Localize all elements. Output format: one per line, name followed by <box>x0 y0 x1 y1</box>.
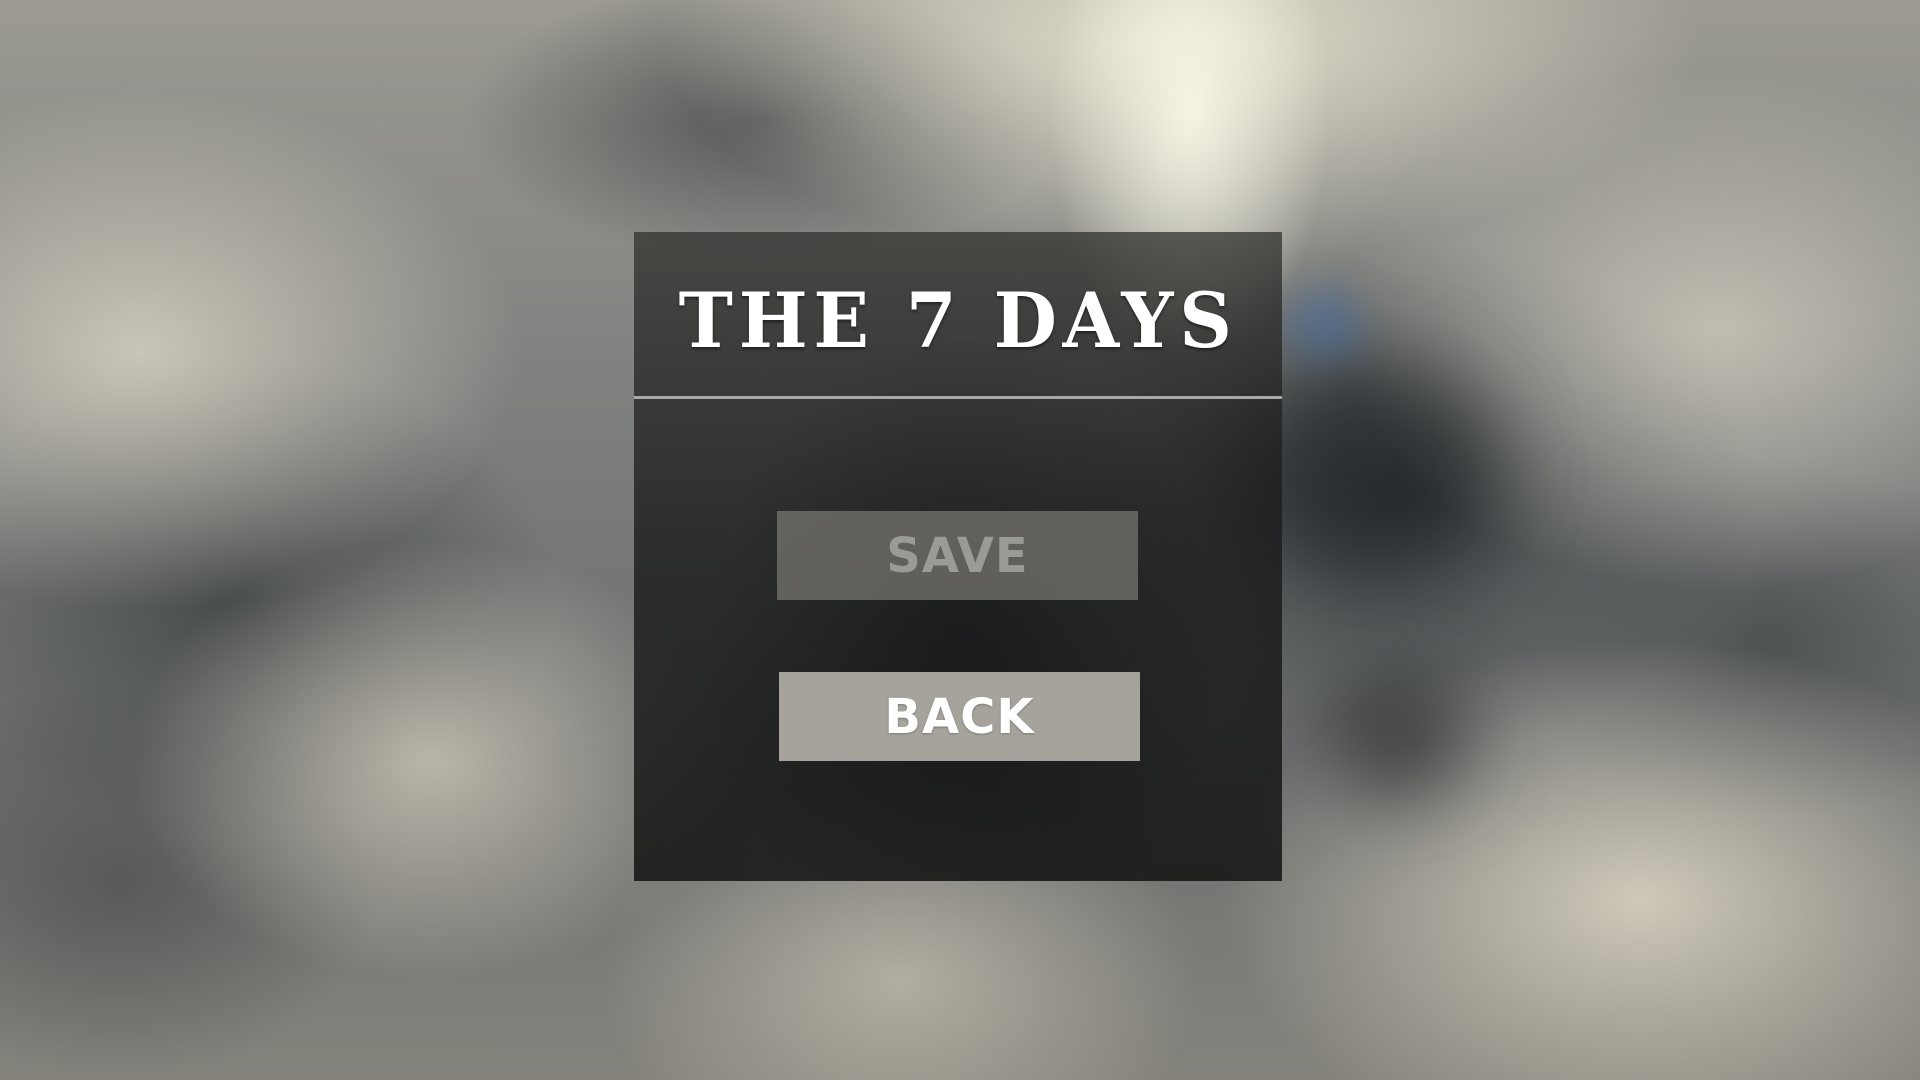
save-button[interactable]: SAVE <box>777 511 1138 600</box>
game-title: THE 7 DAYS <box>678 275 1238 365</box>
header-divider <box>634 396 1282 399</box>
dark-cloud-shape <box>1330 680 1470 800</box>
panel-header: THE 7 DAYS <box>634 232 1282 397</box>
back-button-label: BACK <box>884 688 1035 745</box>
blue-glow-shape <box>1290 290 1360 360</box>
save-button-label: SAVE <box>886 527 1029 584</box>
back-button[interactable]: BACK <box>779 672 1140 761</box>
menu-panel: THE 7 DAYS SAVE BACK <box>634 232 1282 881</box>
